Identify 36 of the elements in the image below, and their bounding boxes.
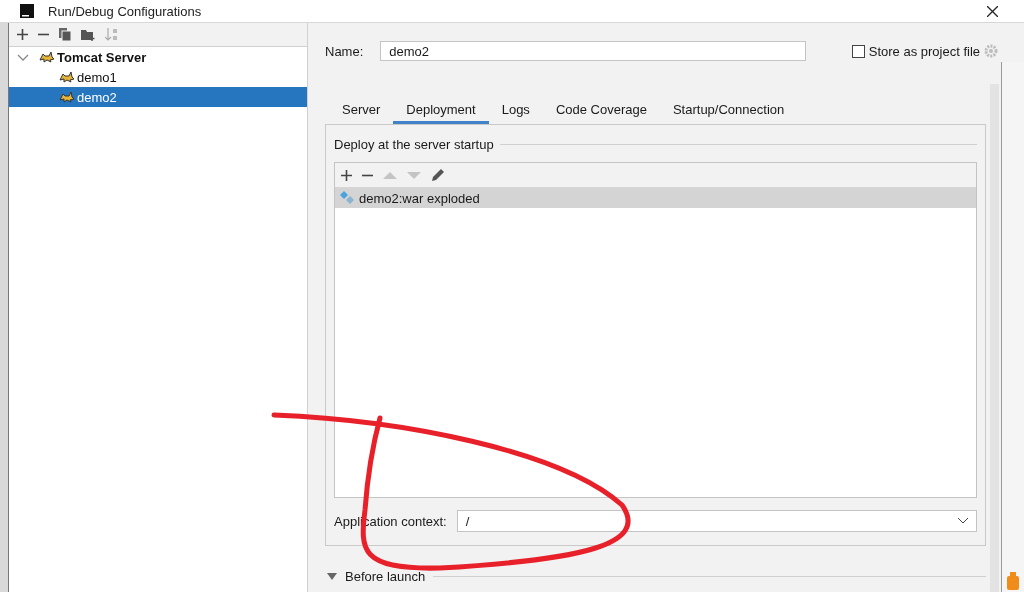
tomcat-icon — [58, 91, 75, 103]
store-label: Store as project file — [868, 43, 980, 59]
tree-item-label: demo1 — [76, 69, 117, 85]
tomcat-icon — [58, 71, 75, 83]
artifact-icon — [339, 191, 355, 205]
before-launch-label[interactable]: Before launch — [345, 569, 426, 584]
edit-icon[interactable] — [431, 168, 445, 182]
bucket-icon — [1006, 572, 1020, 590]
window-title: Run/Debug Configurations — [48, 3, 202, 19]
close-icon[interactable] — [987, 5, 998, 17]
name-field[interactable]: demo2 — [380, 41, 807, 61]
tree-item[interactable]: demo1 — [8, 67, 307, 87]
tab[interactable]: Startup/Connection — [659, 97, 798, 124]
tab[interactable]: Code Coverage — [542, 97, 660, 124]
tab[interactable]: Deployment — [393, 97, 489, 124]
artifact-item[interactable]: demo2:war exploded — [335, 188, 976, 208]
copy-icon[interactable] — [58, 28, 71, 41]
context-combo[interactable]: / — [456, 510, 977, 532]
section-title: Deploy at the server startup — [334, 137, 494, 152]
dropdown-icon — [958, 518, 968, 524]
add-icon[interactable] — [16, 29, 28, 40]
app-logo-icon — [20, 4, 34, 18]
tomcat-icon — [38, 51, 55, 63]
tab[interactable]: Logs — [488, 97, 543, 124]
add-icon[interactable] — [341, 169, 352, 181]
tree-item[interactable]: Tomcat Server — [8, 47, 307, 67]
tree-item-label: demo2 — [76, 89, 117, 105]
tab[interactable]: Server — [329, 97, 394, 124]
tree-item-label: Tomcat Server — [56, 49, 147, 65]
store-checkbox[interactable] — [851, 44, 865, 58]
tree-item[interactable]: demo2 — [8, 87, 307, 107]
collapse-arrow-icon[interactable] — [327, 573, 337, 580]
artifact-label: demo2:war exploded — [359, 190, 480, 206]
chevron-down-icon[interactable] — [16, 52, 29, 62]
name-label: Name: — [325, 43, 364, 59]
folder-add-icon[interactable] — [80, 28, 95, 41]
